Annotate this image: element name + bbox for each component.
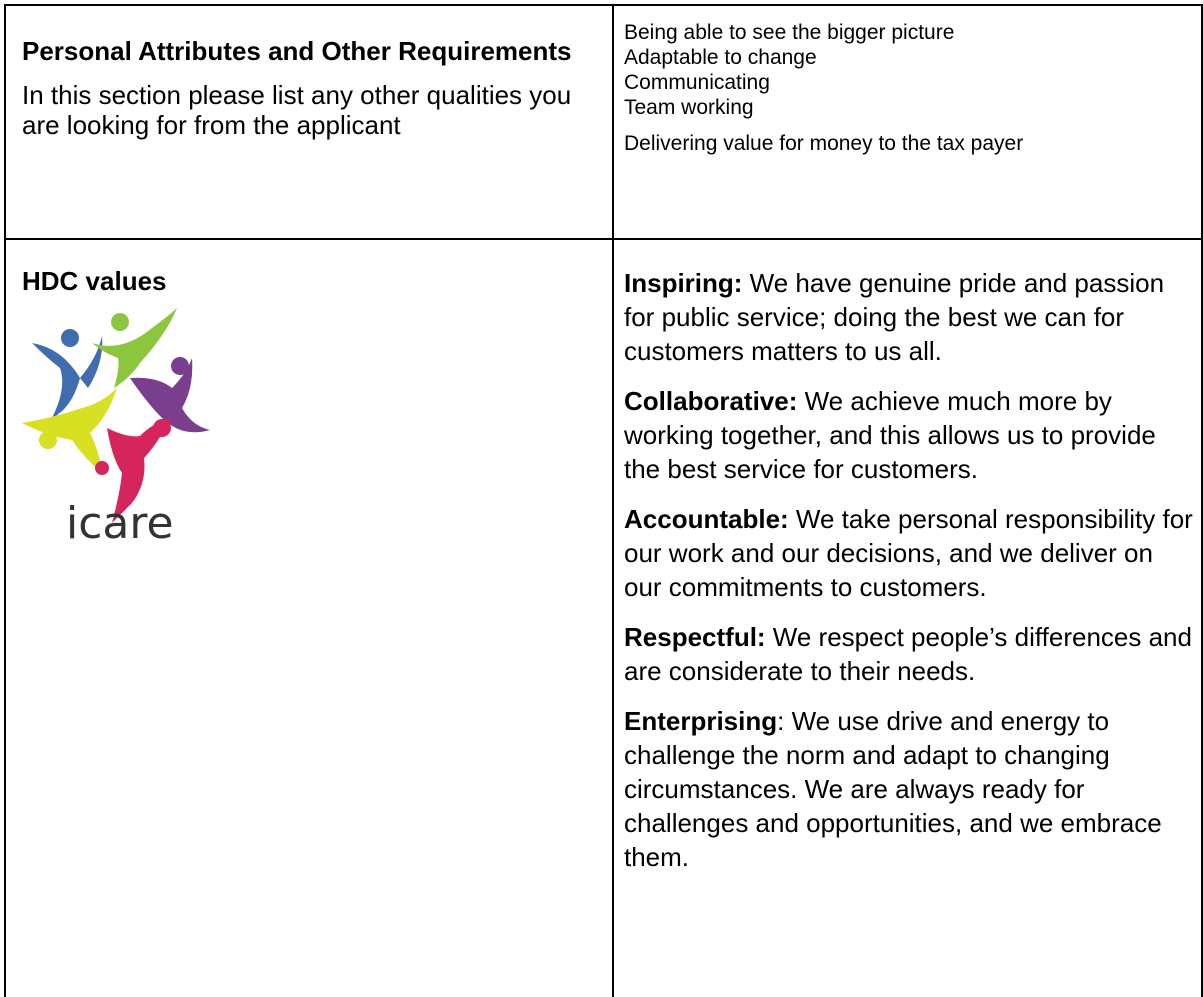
attribute-item: Adaptable to change <box>624 46 817 69</box>
value-term: Accountable: <box>624 504 789 534</box>
value-inspiring: Inspiring: We have genuine pride and pas… <box>624 266 1196 368</box>
value-term: Respectful: <box>624 622 766 652</box>
value-term: Enterprising <box>624 706 778 736</box>
personal-attributes-label-cell: Personal Attributes and Other Requiremen… <box>4 4 614 240</box>
icare-wordmark: icare <box>66 498 174 548</box>
personal-attributes-row: Personal Attributes and Other Requiremen… <box>4 4 1203 240</box>
value-respectful: Respectful: We respect people’s differen… <box>624 620 1196 688</box>
requirements-table: Personal Attributes and Other Requiremen… <box>4 4 1203 997</box>
personal-attributes-description: In this section please list any other qu… <box>22 80 572 140</box>
personal-attributes-heading: Personal Attributes and Other Requiremen… <box>22 36 572 66</box>
value-collaborative: Collaborative: We achieve much more by w… <box>624 384 1196 486</box>
attribute-item: Communicating <box>624 71 770 94</box>
logo-figure-blue <box>32 329 103 418</box>
attribute-item: Being able to see the bigger picture <box>624 21 955 44</box>
value-term: Inspiring: <box>624 268 743 298</box>
personal-attributes-list-cell: Being able to see the bigger picture Ada… <box>612 4 1203 240</box>
icare-logo: icare <box>22 308 222 548</box>
value-term: Collaborative: <box>624 386 798 416</box>
hdc-values-label-cell: HDC values icare <box>4 238 614 997</box>
logo-figure-green <box>92 308 177 388</box>
value-enterprising: Enterprising: We use drive and energy to… <box>624 704 1196 874</box>
icare-logo-graphic: icare <box>22 308 210 548</box>
hdc-values-row: HDC values icare Inspiring: We have genu… <box>4 238 1203 997</box>
hdc-values-list-cell: Inspiring: We have genuine pride and pas… <box>612 238 1203 997</box>
hdc-values-heading: HDC values <box>22 266 167 296</box>
value-accountable: Accountable: We take personal responsibi… <box>624 502 1196 604</box>
attribute-item: Delivering value for money to the tax pa… <box>624 132 1024 155</box>
attribute-item: Team working <box>624 96 754 119</box>
